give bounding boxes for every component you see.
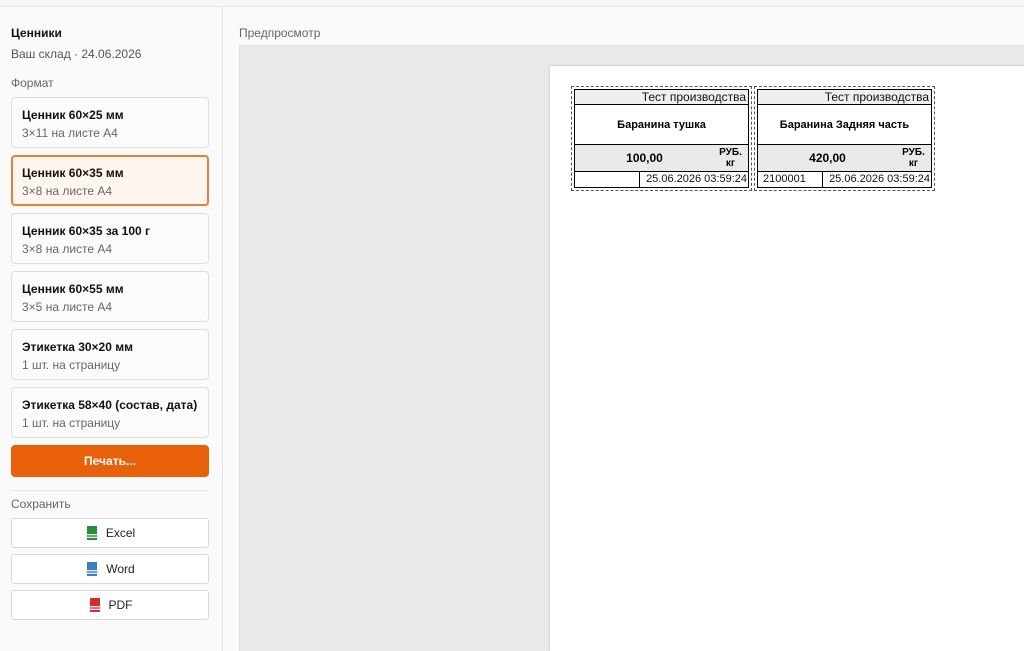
word-file-icon: [86, 562, 99, 576]
format-option-label-58x40[interactable]: Этикетка 58×40 (состав, дата) 1 шт. на с…: [11, 387, 209, 438]
format-option-subtitle: 3×8 на листе А4: [22, 184, 113, 198]
save-excel-button[interactable]: Excel: [11, 518, 209, 548]
save-pdf-button[interactable]: PDF: [11, 590, 209, 620]
format-option-subtitle: 3×11 на листе А4: [22, 126, 118, 140]
print-button[interactable]: Печать...: [11, 445, 209, 477]
save-word-button[interactable]: Word: [11, 554, 209, 584]
price-tag-frame: Тест производства Баранина тушка 100,00 …: [574, 89, 749, 188]
tag-measure: кг: [908, 158, 919, 169]
format-option-60x35[interactable]: Ценник 60×35 мм 3×8 на листе А4: [11, 155, 209, 206]
price-tag: Тест производства Баранина тушка 100,00 …: [571, 86, 752, 191]
tag-measure: кг: [725, 158, 736, 169]
tag-date: 25.06.2026 03:59:24: [646, 173, 747, 185]
format-option-title: Этикетка 58×40 (состав, дата): [22, 398, 198, 412]
price-tag-frame: Тест производства Баранина Задняя часть …: [757, 89, 932, 188]
tag-producer: Тест производства: [575, 90, 748, 105]
tag-product-name: Баранина тушка: [575, 105, 748, 145]
main-panel: Предпросмотр Тест производства Баранина …: [223, 7, 1024, 651]
format-option-subtitle: 1 шт. на страницу: [22, 416, 121, 430]
save-section-label: Сохранить: [11, 497, 71, 511]
save-word-label: Word: [106, 562, 135, 576]
save-excel-label: Excel: [105, 526, 136, 540]
format-option-title: Ценник 60×35 мм: [22, 166, 124, 180]
format-option-label-30x20[interactable]: Этикетка 30×20 мм 1 шт. на страницу: [11, 329, 209, 380]
tag-producer: Тест производства: [758, 90, 931, 105]
format-option-title: Ценник 60×35 за 100 г: [22, 224, 151, 238]
format-option-60x35-per-100g[interactable]: Ценник 60×35 за 100 г 3×8 на листе А4: [11, 213, 209, 264]
tag-price: 100,00: [575, 145, 715, 172]
format-option-subtitle: 3×8 на листе А4: [22, 242, 113, 256]
tag-unit: РУБ. кг: [713, 145, 748, 172]
tag-currency: РУБ.: [902, 147, 925, 158]
pdf-file-icon: [88, 598, 101, 612]
tag-product-name: Баранина Задняя часть: [758, 105, 931, 145]
format-option-title: Этикетка 30×20 мм: [22, 340, 133, 354]
sidebar: Ценники Ваш склад · 24.06.2026 Формат Це…: [0, 7, 222, 651]
top-bar: [0, 0, 1024, 7]
preview-page: Тест производства Баранина тушка 100,00 …: [550, 66, 1024, 651]
format-option-title: Ценник 60×25 мм: [22, 108, 124, 122]
sidebar-subtitle: Ваш склад · 24.06.2026: [11, 47, 142, 61]
divider: [11, 490, 209, 491]
tag-currency: РУБ.: [719, 147, 742, 158]
format-option-title: Ценник 60×55 мм: [22, 282, 124, 296]
tag-code: 2100001: [758, 172, 823, 187]
tag-code: [575, 172, 640, 187]
format-option-60x55[interactable]: Ценник 60×55 мм 3×5 на листе А4: [11, 271, 209, 322]
format-option-subtitle: 3×5 на листе А4: [22, 300, 113, 314]
preview-label: Предпросмотр: [239, 26, 321, 40]
preview-area[interactable]: Тест производства Баранина тушка 100,00 …: [239, 45, 1024, 651]
price-tag: Тест производства Баранина Задняя часть …: [754, 86, 935, 191]
tag-price: 420,00: [758, 145, 898, 172]
save-pdf-label: PDF: [108, 598, 133, 612]
format-section-label: Формат: [11, 76, 54, 90]
tag-date: 25.06.2026 03:59:24: [829, 173, 930, 185]
format-option-60x25[interactable]: Ценник 60×25 мм 3×11 на листе А4: [11, 97, 209, 148]
sidebar-title: Ценники: [11, 26, 62, 40]
format-option-subtitle: 1 шт. на страницу: [22, 358, 121, 372]
excel-file-icon: [85, 526, 98, 540]
tag-unit: РУБ. кг: [896, 145, 931, 172]
